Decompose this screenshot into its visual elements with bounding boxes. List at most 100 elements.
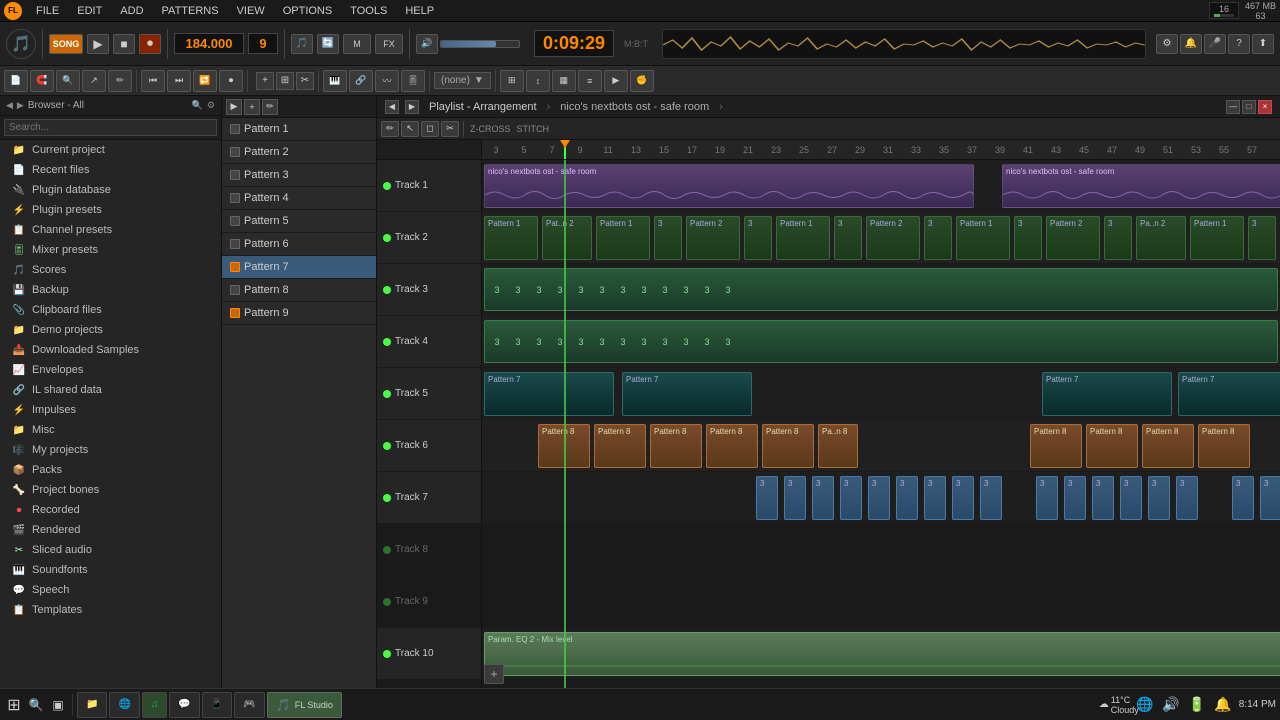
pattern-pencil-btn[interactable]: ✏ — [262, 99, 278, 115]
punch-btn[interactable]: ✊ — [630, 70, 654, 92]
menu-add[interactable]: ADD — [116, 3, 147, 19]
sidebar-item-backup[interactable]: 💾 Backup — [0, 280, 221, 300]
sidebar-item-scores[interactable]: 🎵 Scores — [0, 260, 221, 280]
piano-btn[interactable]: 🎹 — [323, 70, 347, 92]
sidebar-item-demo-projects[interactable]: 📁 Demo projects — [0, 320, 221, 340]
sidebar-item-impulses[interactable]: ⚡ Impulses — [0, 400, 221, 420]
pat-clip-2-7[interactable]: Pattern 1 — [776, 216, 830, 260]
pattern-item-6[interactable]: Pattern 6 — [222, 233, 376, 256]
pat8-clip-6i[interactable]: Pattern 8 — [1142, 424, 1194, 468]
taskbar-fl-studio[interactable]: 🎵 FL Studio — [267, 692, 342, 718]
pat-clip-2-6[interactable]: 3 — [744, 216, 772, 260]
fx-btn[interactable]: FX — [375, 34, 403, 54]
sidebar-item-plugin-database[interactable]: 🔌 Plugin database — [0, 180, 221, 200]
pattern-item-2[interactable]: Pattern 2 — [222, 141, 376, 164]
pat8-clip-6b[interactable]: Pattern 8 — [594, 424, 646, 468]
blue-clip-7c[interactable]: 3 — [812, 476, 834, 520]
blue-clip-7p[interactable]: 3 — [1232, 476, 1254, 520]
playlist-select-btn[interactable]: ↖ — [401, 121, 419, 137]
rec-tool-btn[interactable]: ⏺ — [219, 70, 243, 92]
menu-patterns[interactable]: PATTERNS — [158, 3, 223, 19]
blue-clip-7o[interactable]: 3 — [1176, 476, 1198, 520]
follow-btn[interactable]: ▶ — [604, 70, 628, 92]
menu-options[interactable]: OPTIONS — [279, 3, 337, 19]
blue-clip-7i[interactable]: 3 — [980, 476, 1002, 520]
pat8-clip-6d[interactable]: Pattern 8 — [706, 424, 758, 468]
track-row-1[interactable]: nico's nextbots ost - safe room nico's n… — [482, 160, 1280, 212]
wave-btn[interactable]: 〰 — [375, 70, 399, 92]
sidebar-item-packs[interactable]: 📦 Packs — [0, 460, 221, 480]
new-btn[interactable]: 📄 — [4, 70, 28, 92]
menu-help[interactable]: HELP — [401, 3, 438, 19]
sidebar-item-recent-files[interactable]: 📄 Recent files — [0, 160, 221, 180]
playlist-erase-btn[interactable]: ◻ — [421, 121, 439, 137]
pattern-item-4[interactable]: Pattern 4 — [222, 187, 376, 210]
blue-clip-7b[interactable]: 3 — [784, 476, 806, 520]
browser-search-btn[interactable]: 🔍 — [192, 100, 203, 111]
pat-clip-2-12[interactable]: 3 — [1014, 216, 1042, 260]
bpm-display[interactable]: 184.000 — [174, 33, 244, 54]
blue-clip-7h[interactable]: 3 — [952, 476, 974, 520]
track-row-5[interactable]: Pattern 7 Pattern 7 Pattern 7 Pattern 7 — [482, 368, 1280, 420]
track-grid-area[interactable]: 3 5 7 9 11 13 15 17 19 21 23 25 27 29 — [482, 140, 1280, 688]
pat-clip-2-2[interactable]: Pat..n 2 — [542, 216, 592, 260]
none-dropdown[interactable]: (none) ▼ — [434, 72, 491, 89]
sidebar-item-sliced-audio[interactable]: ✂ Sliced audio — [0, 540, 221, 560]
help-btn[interactable]: ? — [1228, 34, 1250, 54]
start-btn[interactable]: ⊞ — [4, 695, 24, 715]
song-mode-btn[interactable]: SONG — [49, 34, 83, 54]
mic-btn[interactable]: 🎤 — [1204, 34, 1226, 54]
taskbar-app2[interactable]: 📱 — [202, 692, 232, 718]
pat-clip-2-14[interactable]: 3 — [1104, 216, 1132, 260]
playlist-close-btn[interactable]: × — [1258, 100, 1272, 114]
pat8-clip-6c[interactable]: Pattern 8 — [650, 424, 702, 468]
sidebar-item-mixer-presets[interactable]: 🎚 Mixer presets — [0, 240, 221, 260]
pat-clip-2-16[interactable]: Pattern 1 — [1190, 216, 1244, 260]
grid2-btn[interactable]: ▦ — [552, 70, 576, 92]
notify-btn[interactable]: 🔔 — [1180, 34, 1202, 54]
pat7-clip-5d[interactable]: Pattern 7 — [1178, 372, 1280, 416]
taskbar-app3[interactable]: 🎮 — [234, 692, 264, 718]
master-vol-btn[interactable]: 🔊 — [416, 34, 438, 54]
sidebar-item-my-projects[interactable]: 🎼 My projects — [0, 440, 221, 460]
track-row-3[interactable]: 3 3 3 3 3 3 3 3 3 3 3 3 — [482, 264, 1280, 316]
sidebar-item-envelopes[interactable]: 📈 Envelopes — [0, 360, 221, 380]
playlist-add-btn[interactable]: + — [256, 72, 274, 90]
playlist-cut-btn[interactable]: ✂ — [441, 121, 459, 137]
align-btn[interactable]: ≡ — [578, 70, 602, 92]
tray-volume[interactable]: 🔊 — [1161, 695, 1181, 715]
pat-clip-2-9[interactable]: Pattern 2 — [866, 216, 920, 260]
pat8-clip-6j[interactable]: Pattern 8 — [1198, 424, 1250, 468]
play-btn[interactable]: ▶ — [87, 34, 109, 54]
sidebar-item-channel-presets[interactable]: 📋 Channel presets — [0, 220, 221, 240]
playlist-max-btn[interactable]: □ — [1242, 100, 1256, 114]
playlist-nav-right[interactable]: ▶ — [405, 100, 419, 114]
next-btn[interactable]: ⏭ — [167, 70, 191, 92]
blue-clip-7e[interactable]: 3 — [868, 476, 890, 520]
pattern-item-5[interactable]: Pattern 5 — [222, 210, 376, 233]
cursor-btn[interactable]: ↕ — [526, 70, 550, 92]
blue-clip-7n[interactable]: 3 — [1148, 476, 1170, 520]
pat8-clip-6e[interactable]: Pattern 8 — [762, 424, 814, 468]
pat-clip-2-4[interactable]: 3 — [654, 216, 682, 260]
tray-notification[interactable]: 🔔 — [1213, 695, 1233, 715]
playlist-clip-btn[interactable]: ✂ — [296, 72, 314, 90]
pat8-clip-6a[interactable]: Pattern 8 — [538, 424, 590, 468]
sidebar-item-misc[interactable]: 📁 Misc — [0, 420, 221, 440]
sidebar-item-clipboard[interactable]: 📎 Clipboard files — [0, 300, 221, 320]
pattern-item-1[interactable]: Pattern 1 — [222, 118, 376, 141]
pattern-play-btn[interactable]: ▶ — [226, 99, 242, 115]
plugin-btn[interactable]: ⚙ — [1156, 34, 1178, 54]
track-3-clips[interactable]: 3 3 3 3 3 3 3 3 3 3 3 3 — [484, 268, 1278, 311]
sidebar-item-soundfonts[interactable]: 🎹 Soundfonts — [0, 560, 221, 580]
select-btn[interactable]: ↗ — [82, 70, 106, 92]
pat-clip-2-5[interactable]: Pattern 2 — [686, 216, 740, 260]
pattern-item-9[interactable]: Pattern 9 — [222, 302, 376, 325]
blue-clip-7j[interactable]: 3 — [1036, 476, 1058, 520]
record-btn[interactable]: ⏺ — [139, 34, 161, 54]
grid-btn[interactable]: ⊞ — [500, 70, 524, 92]
prev-btn[interactable]: ⏮ — [141, 70, 165, 92]
blue-clip-7a[interactable]: 3 — [756, 476, 778, 520]
menu-file[interactable]: FILE — [32, 3, 63, 19]
pat7-clip-5c[interactable]: Pattern 7 — [1042, 372, 1172, 416]
